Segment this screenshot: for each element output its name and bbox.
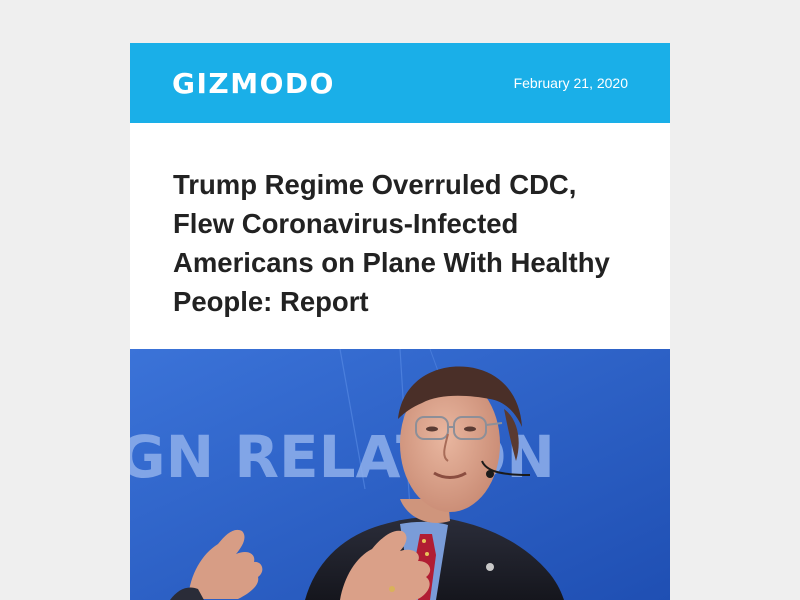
hero-photo: GN RELATION bbox=[130, 349, 670, 600]
article-headline-link[interactable]: Trump Regime Overruled CDC, Flew Coronav… bbox=[173, 165, 633, 321]
email-container: GIZMODO February 21, 2020 Trump Regime O… bbox=[130, 43, 670, 600]
hero-image-link[interactable]: GN RELATION bbox=[130, 349, 670, 600]
headline-section: Trump Regime Overruled CDC, Flew Coronav… bbox=[130, 123, 670, 349]
publish-date: February 21, 2020 bbox=[513, 75, 628, 91]
email-header: GIZMODO February 21, 2020 bbox=[130, 43, 670, 123]
brand-logo-link[interactable]: GIZMODO bbox=[172, 67, 335, 100]
